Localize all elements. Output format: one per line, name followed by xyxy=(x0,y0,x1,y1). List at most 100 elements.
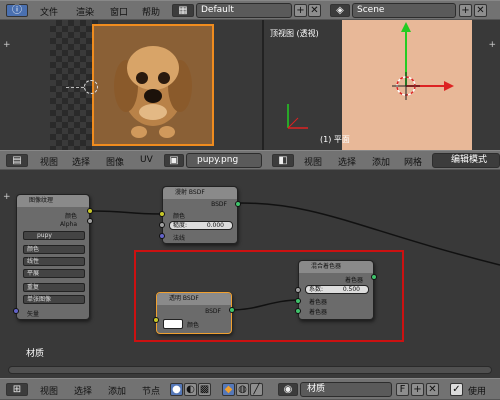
image-name-field[interactable]: pupy.png xyxy=(186,153,262,168)
menu-help[interactable]: 帮助 xyxy=(142,5,160,18)
viewport-header: ◧ 视图 选择 添加 网格 编辑模式 xyxy=(264,150,500,170)
scene-value: Scene xyxy=(357,5,385,15)
linestyle-icon[interactable]: ╱ xyxy=(250,383,263,396)
area-corner-icon[interactable]: + xyxy=(3,192,11,202)
menu-render[interactable]: 渲染 xyxy=(76,5,94,18)
source-value: 单张图像 xyxy=(27,296,52,303)
color-space-select[interactable]: 颜色 xyxy=(23,245,85,254)
compositing-nodes-icon[interactable]: ◐ xyxy=(184,383,197,396)
uv-image-frame[interactable] xyxy=(92,24,214,146)
node-menu-select[interactable]: 选择 xyxy=(74,384,92,397)
diffuse-normal-input-socket[interactable] xyxy=(159,233,165,239)
layout-add-icon[interactable]: + xyxy=(294,4,307,17)
highlight-box xyxy=(134,250,404,342)
extension-select[interactable]: 重复 xyxy=(23,283,85,292)
viewport-3d[interactable]: 顶视图 (透视) (1) 平面 + xyxy=(264,20,500,150)
world-shader-icon[interactable]: ◍ xyxy=(236,383,249,396)
layout-close-icon[interactable]: ✕ xyxy=(308,4,321,17)
object-label: (1) 平面 xyxy=(320,135,350,144)
uv-menu-uv[interactable]: UV xyxy=(140,155,153,165)
image-color-output-socket[interactable] xyxy=(87,208,93,214)
scene-close-icon[interactable]: ✕ xyxy=(474,4,487,17)
node-header[interactable]: 漫射 BSDF xyxy=(163,187,237,199)
image-browse-icon[interactable]: ▣ xyxy=(164,154,184,167)
projection-value: 平展 xyxy=(27,270,40,277)
use-nodes-label: 使用 xyxy=(468,387,487,397)
editor-type-icon[interactable]: ◧ xyxy=(272,154,294,167)
view3d-menu-mesh[interactable]: 网格 xyxy=(404,155,422,168)
fake-user-button[interactable]: F xyxy=(396,383,409,396)
interpolation-value: 线性 xyxy=(27,258,40,265)
diffuse-bsdf-node[interactable]: 漫射 BSDF BSDF 颜色 糙度: 0.000 法线 xyxy=(162,186,238,244)
uv-editor-header: ▤ 视图 选择 图像 UV ▣ pupy.png xyxy=(0,150,264,170)
mode-value: 编辑模式 xyxy=(451,155,488,165)
texture-nodes-icon[interactable]: ▩ xyxy=(198,383,211,396)
material-name: 材质 xyxy=(307,384,326,394)
color-space-value: 颜色 xyxy=(27,246,40,253)
input-color-label: 颜色 xyxy=(173,213,186,220)
view-label: 顶视图 (透视) xyxy=(270,29,319,38)
view3d-menu-view[interactable]: 视图 xyxy=(304,155,322,168)
output-alpha-label: Alpha xyxy=(59,221,77,228)
diffuse-roughness-input-socket[interactable] xyxy=(159,222,165,228)
material-browse-icon[interactable]: ◉ xyxy=(278,383,298,396)
image-texture-node[interactable]: 图像纹理 颜色 Alpha pupy 颜色 线性 平展 重复 单张图像 矢量 xyxy=(16,194,90,320)
uv-editor[interactable]: + xyxy=(0,20,262,150)
object-shader-icon[interactable]: ◆ xyxy=(222,383,235,396)
use-nodes-checkbox[interactable]: ✓ xyxy=(450,383,463,396)
node-header[interactable]: 图像纹理 xyxy=(17,195,89,207)
node-editor[interactable]: 图像纹理 颜色 Alpha pupy 颜色 线性 平展 重复 单张图像 矢量 漫… xyxy=(0,170,500,378)
source-select[interactable]: 单张图像 xyxy=(23,295,85,304)
interpolation-select[interactable]: 线性 xyxy=(23,257,85,266)
transform-gizmo[interactable] xyxy=(356,20,456,140)
roughness-label: 糙度: xyxy=(173,222,188,229)
layout-field[interactable]: Default xyxy=(196,3,292,18)
node-menu-node[interactable]: 节点 xyxy=(142,384,160,397)
shader-nodes-icon[interactable]: ● xyxy=(170,383,183,396)
material-add-icon[interactable]: + xyxy=(411,383,424,396)
area-divider[interactable] xyxy=(262,20,264,150)
scene-icon[interactable]: ◈ xyxy=(330,4,350,17)
layout-value: Default xyxy=(201,5,234,15)
scene-add-icon[interactable]: + xyxy=(459,4,472,17)
scene-field[interactable]: Scene xyxy=(352,3,456,18)
area-corner-icon[interactable]: + xyxy=(3,40,11,50)
view3d-menu-select[interactable]: 选择 xyxy=(338,155,356,168)
editor-type-icon[interactable]: ▤ xyxy=(6,154,28,167)
uv-menu-image[interactable]: 图像 xyxy=(106,155,124,168)
image-alpha-output-socket[interactable] xyxy=(87,218,93,224)
node-menu-add[interactable]: 添加 xyxy=(108,384,126,397)
diffuse-bsdf-output-socket[interactable] xyxy=(235,201,241,207)
image-selector[interactable]: pupy xyxy=(23,231,85,240)
mode-select[interactable]: 编辑模式 xyxy=(432,153,500,168)
horizontal-scrollbar[interactable] xyxy=(8,366,492,374)
area-corner-icon[interactable]: + xyxy=(488,40,496,50)
info-editor-icon[interactable]: ⓘ xyxy=(6,4,28,17)
node-menu-view[interactable]: 视图 xyxy=(40,384,58,397)
roughness-value: 0.000 xyxy=(206,222,224,229)
projection-select[interactable]: 平展 xyxy=(23,269,85,278)
output-color-label: 颜色 xyxy=(64,213,77,220)
uv-menu-select[interactable]: 选择 xyxy=(72,155,90,168)
uv-menu-view[interactable]: 视图 xyxy=(40,155,58,168)
menu-file[interactable]: 文件 xyxy=(40,5,58,18)
roughness-field[interactable]: 糙度: 0.000 xyxy=(169,221,233,230)
layout-grid-icon[interactable]: ▦ xyxy=(172,4,194,17)
node-title: 图像纹理 xyxy=(29,197,54,204)
output-bsdf-label: BSDF xyxy=(211,201,227,208)
editor-type-icon[interactable]: ⊞ xyxy=(6,383,28,396)
extension-value: 重复 xyxy=(27,284,40,291)
image-vector-input-socket[interactable] xyxy=(13,308,19,314)
view3d-menu-add[interactable]: 添加 xyxy=(372,155,390,168)
input-vector-label: 矢量 xyxy=(27,311,40,318)
material-close-icon[interactable]: ✕ xyxy=(426,383,439,396)
fake-user-label: F xyxy=(399,384,406,395)
uv-2d-cursor[interactable] xyxy=(84,80,98,94)
node-title: 漫射 BSDF xyxy=(175,189,205,196)
menu-window[interactable]: 窗口 xyxy=(110,5,128,18)
image-selector-value: pupy xyxy=(37,232,52,239)
diffuse-color-input-socket[interactable] xyxy=(159,211,165,217)
cursor-line xyxy=(66,87,84,88)
puppy-image xyxy=(114,46,192,138)
material-name-field[interactable]: 材质 xyxy=(300,382,392,397)
